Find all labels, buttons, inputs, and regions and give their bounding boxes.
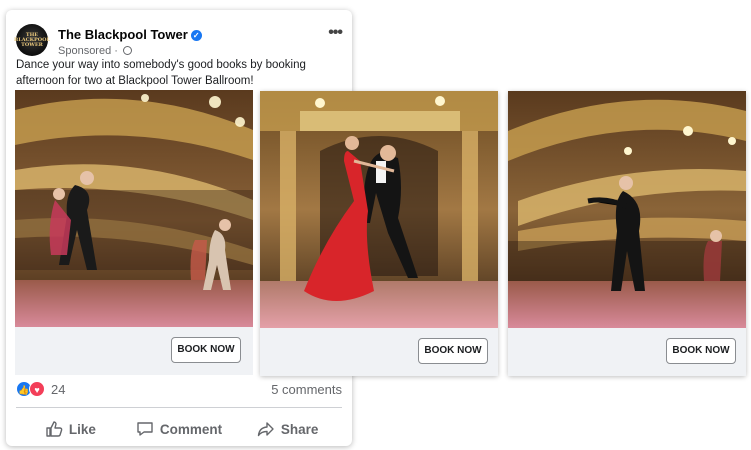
comments-count[interactable]: 5 comments bbox=[271, 382, 342, 397]
ballroom-couple-red-dress-photo[interactable] bbox=[260, 91, 498, 328]
globe-icon bbox=[123, 46, 132, 55]
love-reaction-icon[interactable]: ♥ bbox=[29, 381, 45, 397]
cta-area: BOOK NOW bbox=[260, 328, 498, 376]
reaction-count[interactable]: 24 bbox=[51, 382, 65, 397]
share-arrow-icon bbox=[257, 422, 274, 437]
post-actions: Like Comment Share bbox=[16, 414, 342, 444]
post-caption: Dance your way into somebody's good book… bbox=[16, 59, 306, 87]
comment-label: Comment bbox=[159, 421, 223, 437]
ballroom-dancers-photo[interactable] bbox=[15, 90, 253, 327]
divider bbox=[16, 407, 342, 408]
book-now-button[interactable]: BOOK NOW bbox=[666, 338, 736, 364]
sponsored-label: Sponsored · bbox=[58, 45, 132, 57]
comment-button[interactable]: Comment bbox=[125, 414, 234, 444]
cta-area: BOOK NOW bbox=[508, 328, 746, 376]
cta-area: BOOK NOW bbox=[15, 327, 253, 375]
book-now-button[interactable]: BOOK NOW bbox=[171, 337, 241, 363]
thumbs-up-icon bbox=[46, 421, 63, 437]
carousel-card-2[interactable]: BOOK NOW bbox=[260, 91, 498, 376]
sponsored-text[interactable]: Sponsored bbox=[58, 45, 111, 57]
avatar-logo: THE BLACKPOOL TOWER bbox=[14, 31, 50, 48]
ballroom-balcony-dancers-photo[interactable] bbox=[508, 91, 746, 328]
carousel-card-3[interactable]: BOOK NOW bbox=[508, 91, 746, 376]
comment-bubble-icon bbox=[137, 422, 153, 436]
page-name-container: The Blackpool Tower ✓ bbox=[58, 27, 202, 42]
share-label: Share bbox=[280, 421, 319, 437]
more-options-button[interactable]: ••• bbox=[328, 24, 343, 42]
page-name-link[interactable]: The Blackpool Tower bbox=[58, 27, 188, 42]
avatar[interactable]: THE BLACKPOOL TOWER bbox=[14, 24, 50, 56]
like-label: Like bbox=[68, 421, 96, 437]
like-button[interactable]: Like bbox=[16, 414, 125, 444]
carousel-card-1[interactable]: BOOK NOW bbox=[15, 90, 253, 375]
book-now-button[interactable]: BOOK NOW bbox=[418, 338, 488, 364]
share-button[interactable]: Share bbox=[233, 414, 342, 444]
reactions-bar: 👍 ♥ 24 5 comments bbox=[16, 381, 342, 399]
verified-badge-icon: ✓ bbox=[190, 30, 202, 41]
